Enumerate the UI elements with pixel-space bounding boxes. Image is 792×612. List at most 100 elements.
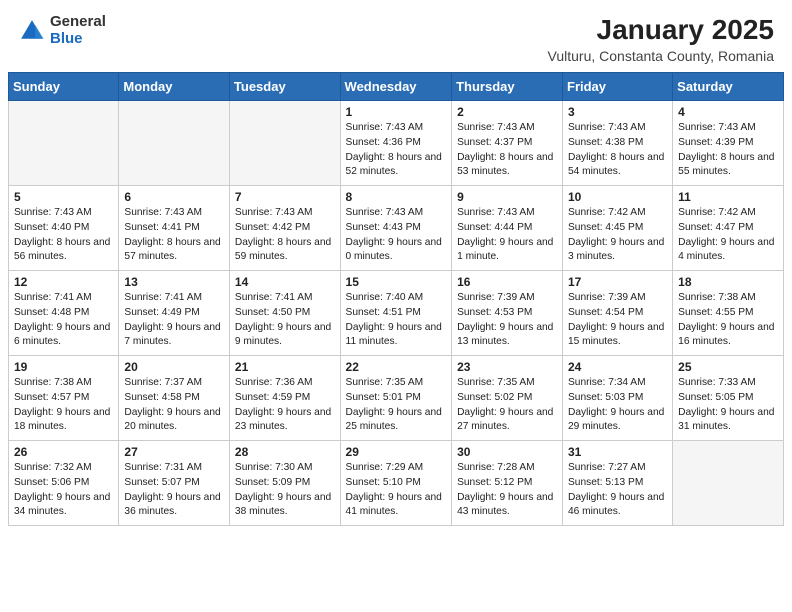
calendar-cell: 29 Sunrise: 7:29 AM Sunset: 5:10 PM Dayli…	[340, 441, 452, 526]
day-number: 20	[124, 360, 224, 374]
calendar-cell: 18 Sunrise: 7:38 AM Sunset: 4:55 PM Dayli…	[673, 271, 784, 356]
day-info: Sunrise: 7:43 AM Sunset: 4:38 PM Dayligh…	[568, 121, 667, 180]
title-area: January 2025 Vulturu, Constanta County, …	[548, 14, 774, 64]
day-info: Sunrise: 7:38 AM Sunset: 4:55 PM Dayligh…	[678, 291, 778, 350]
week-row-3: 12Sunrise: 7:41 AM Sunset: 4:48 PM Dayli…	[9, 271, 784, 356]
day-number: 10	[568, 190, 667, 204]
calendar-cell: 13 Sunrise: 7:41 AM Sunset: 4:49 PM Dayli…	[119, 271, 230, 356]
calendar-cell: 2 Sunrise: 7:43 AM Sunset: 4:37 PM Daylig…	[452, 101, 563, 186]
calendar-cell	[229, 101, 340, 186]
day-info: Sunrise: 7:39 AM Sunset: 4:53 PM Dayligh…	[457, 291, 557, 350]
day-info: Sunrise: 7:43 AM Sunset: 4:44 PM Dayligh…	[457, 206, 557, 265]
calendar-cell: 19 Sunrise: 7:38 AM Sunset: 4:57 PM Dayli…	[9, 356, 119, 441]
day-info: Sunrise: 7:42 AM Sunset: 4:47 PM Dayligh…	[678, 206, 778, 265]
calendar-cell: 21 Sunrise: 7:36 AM Sunset: 4:59 PM Dayli…	[229, 356, 340, 441]
calendar-cell	[9, 101, 119, 186]
calendar-cell: 1 Sunrise: 7:43 AM Sunset: 4:36 PM Daylig…	[340, 101, 452, 186]
day-number: 18	[678, 275, 778, 289]
day-info: Sunrise: 7:40 AM Sunset: 4:51 PM Dayligh…	[346, 291, 447, 350]
day-number: 4	[678, 105, 778, 119]
header: General Blue January 2025 Vulturu, Const…	[0, 0, 792, 72]
calendar-wrapper: SundayMondayTuesdayWednesdayThursdayFrid…	[0, 72, 792, 534]
weekday-header-wednesday: Wednesday	[340, 73, 452, 101]
calendar-cell: 24Sunrise: 7:34 AM Sunset: 5:03 PM Dayli…	[563, 356, 673, 441]
day-number: 5	[14, 190, 113, 204]
calendar-cell	[673, 441, 784, 526]
day-info: Sunrise: 7:42 AM Sunset: 4:45 PM Dayligh…	[568, 206, 667, 265]
week-row-1: 1 Sunrise: 7:43 AM Sunset: 4:36 PM Daylig…	[9, 101, 784, 186]
calendar-cell: 27Sunrise: 7:31 AM Sunset: 5:07 PM Dayli…	[119, 441, 230, 526]
location-title: Vulturu, Constanta County, Romania	[548, 48, 774, 64]
day-info: Sunrise: 7:43 AM Sunset: 4:40 PM Dayligh…	[14, 206, 113, 265]
day-number: 25	[678, 360, 778, 374]
day-info: Sunrise: 7:41 AM Sunset: 4:49 PM Dayligh…	[124, 291, 224, 350]
day-number: 13	[124, 275, 224, 289]
day-info: Sunrise: 7:43 AM Sunset: 4:37 PM Dayligh…	[457, 121, 557, 180]
week-row-2: 5 Sunrise: 7:43 AM Sunset: 4:40 PM Daylig…	[9, 186, 784, 271]
calendar-cell	[119, 101, 230, 186]
calendar-cell: 8Sunrise: 7:43 AM Sunset: 4:43 PM Daylig…	[340, 186, 452, 271]
day-number: 26	[14, 445, 113, 459]
day-number: 22	[346, 360, 447, 374]
day-info: Sunrise: 7:36 AM Sunset: 4:59 PM Dayligh…	[235, 376, 335, 435]
logo-general: General	[50, 14, 106, 31]
day-number: 2	[457, 105, 557, 119]
calendar-cell: 10 Sunrise: 7:42 AM Sunset: 4:45 PM Dayli…	[563, 186, 673, 271]
day-info: Sunrise: 7:37 AM Sunset: 4:58 PM Dayligh…	[124, 376, 224, 435]
day-number: 16	[457, 275, 557, 289]
calendar-cell: 6Sunrise: 7:43 AM Sunset: 4:41 PM Daylig…	[119, 186, 230, 271]
day-info: Sunrise: 7:32 AM Sunset: 5:06 PM Dayligh…	[14, 461, 113, 520]
calendar-cell: 5 Sunrise: 7:43 AM Sunset: 4:40 PM Daylig…	[9, 186, 119, 271]
day-number: 6	[124, 190, 224, 204]
week-row-4: 19 Sunrise: 7:38 AM Sunset: 4:57 PM Dayli…	[9, 356, 784, 441]
calendar-cell: 25 Sunrise: 7:33 AM Sunset: 5:05 PM Dayli…	[673, 356, 784, 441]
day-info: Sunrise: 7:41 AM Sunset: 4:50 PM Dayligh…	[235, 291, 335, 350]
weekday-header-row: SundayMondayTuesdayWednesdayThursdayFrid…	[9, 73, 784, 101]
calendar-cell: 22 Sunrise: 7:35 AM Sunset: 5:01 PM Dayli…	[340, 356, 452, 441]
calendar-cell: 28 Sunrise: 7:30 AM Sunset: 5:09 PM Dayli…	[229, 441, 340, 526]
day-info: Sunrise: 7:43 AM Sunset: 4:36 PM Dayligh…	[346, 121, 447, 180]
day-number: 30	[457, 445, 557, 459]
calendar-cell: 16 Sunrise: 7:39 AM Sunset: 4:53 PM Dayli…	[452, 271, 563, 356]
day-number: 9	[457, 190, 557, 204]
calendar-cell: 20 Sunrise: 7:37 AM Sunset: 4:58 PM Dayli…	[119, 356, 230, 441]
day-info: Sunrise: 7:34 AM Sunset: 5:03 PM Dayligh…	[568, 376, 667, 435]
day-info: Sunrise: 7:35 AM Sunset: 5:02 PM Dayligh…	[457, 376, 557, 435]
day-info: Sunrise: 7:33 AM Sunset: 5:05 PM Dayligh…	[678, 376, 778, 435]
calendar-cell: 7 Sunrise: 7:43 AM Sunset: 4:42 PM Daylig…	[229, 186, 340, 271]
day-number: 29	[346, 445, 447, 459]
day-info: Sunrise: 7:43 AM Sunset: 4:39 PM Dayligh…	[678, 121, 778, 180]
day-number: 1	[346, 105, 447, 119]
calendar-cell: 23Sunrise: 7:35 AM Sunset: 5:02 PM Dayli…	[452, 356, 563, 441]
day-info: Sunrise: 7:39 AM Sunset: 4:54 PM Dayligh…	[568, 291, 667, 350]
weekday-header-saturday: Saturday	[673, 73, 784, 101]
day-number: 19	[14, 360, 113, 374]
calendar-cell: 11Sunrise: 7:42 AM Sunset: 4:47 PM Dayli…	[673, 186, 784, 271]
calendar-cell: 15 Sunrise: 7:40 AM Sunset: 4:51 PM Dayli…	[340, 271, 452, 356]
day-info: Sunrise: 7:43 AM Sunset: 4:42 PM Dayligh…	[235, 206, 335, 265]
day-number: 15	[346, 275, 447, 289]
day-number: 14	[235, 275, 335, 289]
calendar-cell: 26 Sunrise: 7:32 AM Sunset: 5:06 PM Dayli…	[9, 441, 119, 526]
day-number: 21	[235, 360, 335, 374]
weekday-header-sunday: Sunday	[9, 73, 119, 101]
day-number: 3	[568, 105, 667, 119]
day-number: 12	[14, 275, 113, 289]
logo-blue: Blue	[50, 31, 106, 48]
calendar-cell: 17Sunrise: 7:39 AM Sunset: 4:54 PM Dayli…	[563, 271, 673, 356]
day-number: 28	[235, 445, 335, 459]
week-row-5: 26 Sunrise: 7:32 AM Sunset: 5:06 PM Dayli…	[9, 441, 784, 526]
calendar-cell: 9 Sunrise: 7:43 AM Sunset: 4:44 PM Daylig…	[452, 186, 563, 271]
calendar-cell: 14 Sunrise: 7:41 AM Sunset: 4:50 PM Dayli…	[229, 271, 340, 356]
calendar-table: SundayMondayTuesdayWednesdayThursdayFrid…	[8, 72, 784, 526]
day-info: Sunrise: 7:29 AM Sunset: 5:10 PM Dayligh…	[346, 461, 447, 520]
calendar-cell: 3 Sunrise: 7:43 AM Sunset: 4:38 PM Daylig…	[563, 101, 673, 186]
month-title: January 2025	[548, 14, 774, 46]
day-info: Sunrise: 7:30 AM Sunset: 5:09 PM Dayligh…	[235, 461, 335, 520]
calendar-cell: 30 Sunrise: 7:28 AM Sunset: 5:12 PM Dayli…	[452, 441, 563, 526]
day-number: 27	[124, 445, 224, 459]
day-number: 7	[235, 190, 335, 204]
day-info: Sunrise: 7:35 AM Sunset: 5:01 PM Dayligh…	[346, 376, 447, 435]
day-info: Sunrise: 7:28 AM Sunset: 5:12 PM Dayligh…	[457, 461, 557, 520]
day-info: Sunrise: 7:38 AM Sunset: 4:57 PM Dayligh…	[14, 376, 113, 435]
